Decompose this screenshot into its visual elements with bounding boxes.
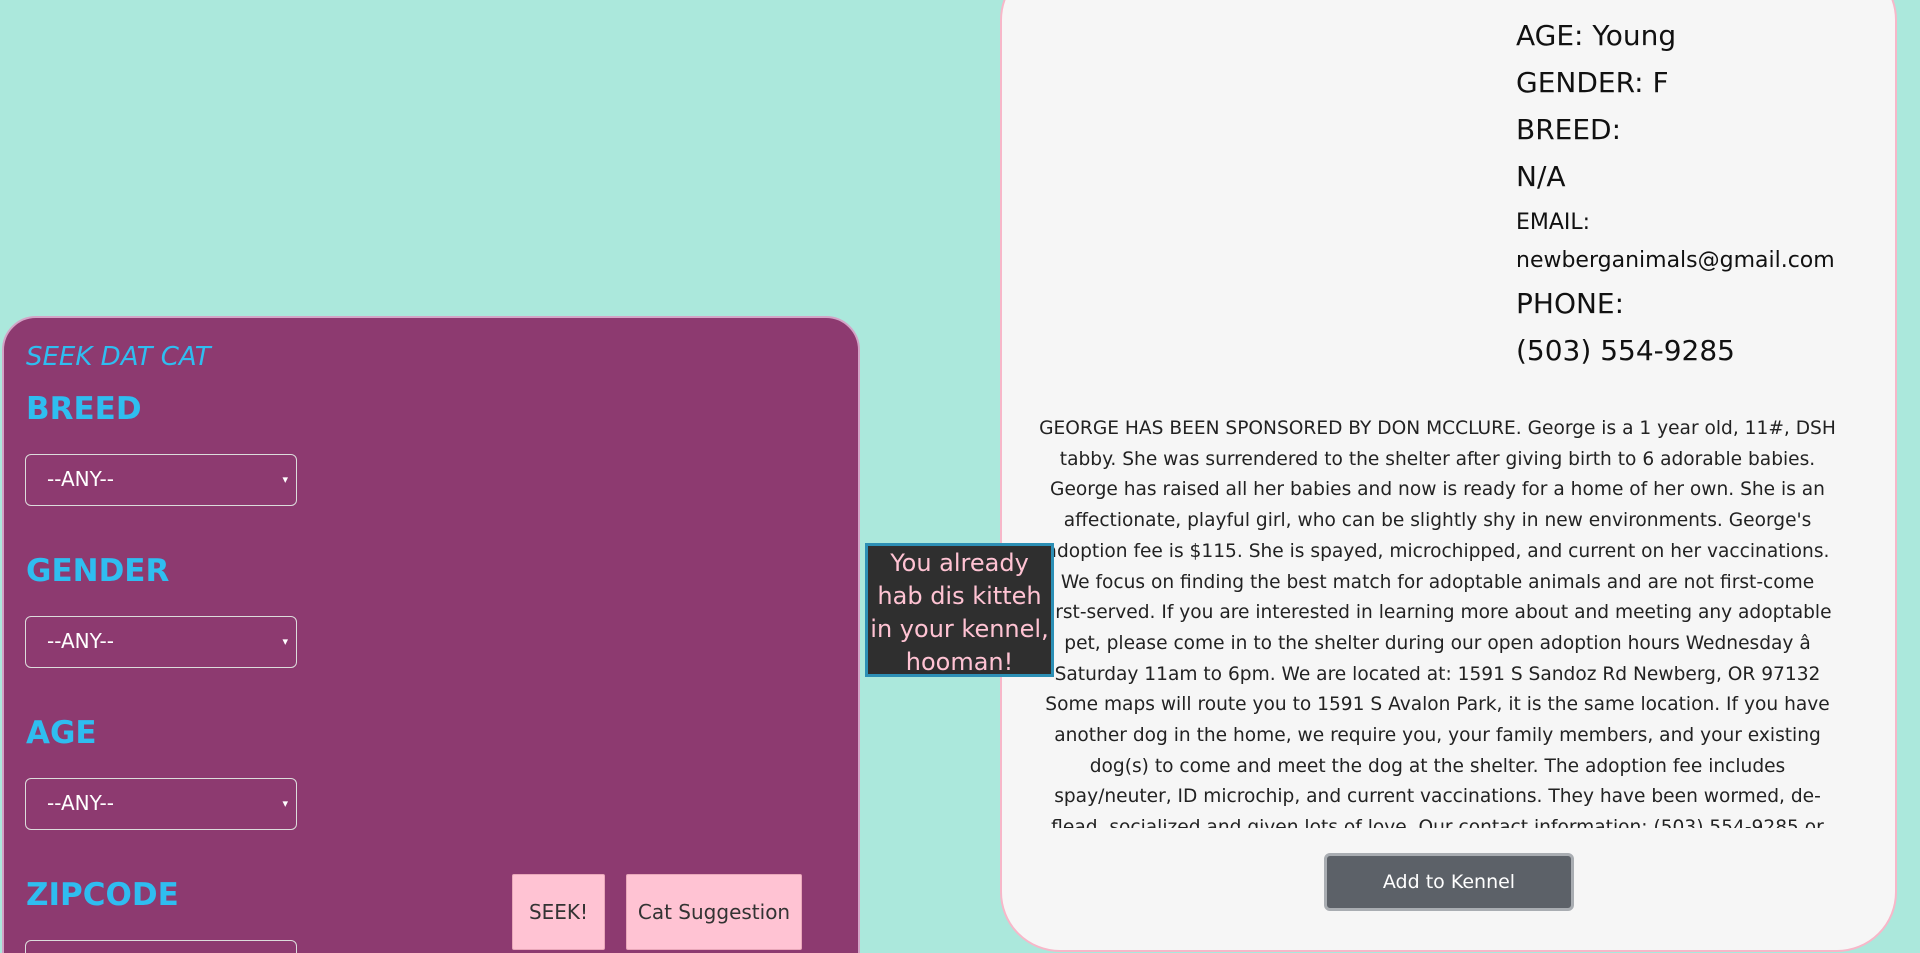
cat-phone-value: (503) 554-9285 [1516,334,1735,367]
zipcode-input[interactable] [25,940,297,953]
cat-description: GEORGE HAS BEEN SPONSORED BY DON MCCLURE… [1039,418,1836,828]
cat-phone-label: PHONE: [1516,287,1625,320]
add-to-kennel-button[interactable]: Add to Kennel [1324,853,1574,911]
gender-label: GENDER [26,553,170,589]
search-title: SEEK DAT CAT [26,342,211,372]
search-panel: SEEK DAT CAT BREED --ANY-- ▾ GENDER --AN… [2,316,860,953]
chevron-down-icon: ▾ [282,797,288,810]
cat-email-label: EMAIL: [1516,210,1591,235]
cat-gender: GENDER: F [1516,66,1669,99]
cat-description-box[interactable]: GEORGE HAS BEEN SPONSORED BY DON MCCLURE… [1039,414,1856,828]
gender-select-value: --ANY-- [47,629,114,653]
age-label: AGE [26,715,97,751]
cat-details-card: AGE: Young GENDER: F BREED: N/A EMAIL: n… [1000,0,1897,952]
cat-suggestion-button[interactable]: Cat Suggestion [626,874,802,950]
breed-select[interactable]: --ANY-- ▾ [25,454,297,506]
age-select-value: --ANY-- [47,791,114,815]
breed-select-value: --ANY-- [47,467,114,491]
chevron-down-icon: ▾ [282,635,288,648]
gender-select[interactable]: --ANY-- ▾ [25,616,297,668]
chevron-down-icon: ▾ [282,473,288,486]
page: SEEK DAT CAT BREED --ANY-- ▾ GENDER --AN… [0,0,1920,953]
seek-button[interactable]: SEEK! [512,874,605,950]
cat-breed-value: N/A [1516,160,1566,193]
already-in-kennel-tooltip: You already hab dis kitteh in your kenne… [865,543,1054,677]
age-select[interactable]: --ANY-- ▾ [25,778,297,830]
cat-email-value: newberganimals@gmail.com [1516,248,1835,273]
cat-breed-label: BREED: [1516,113,1622,146]
cat-age: AGE: Young [1516,19,1677,52]
breed-label: BREED [26,391,142,427]
zipcode-label: ZIPCODE [26,877,179,913]
